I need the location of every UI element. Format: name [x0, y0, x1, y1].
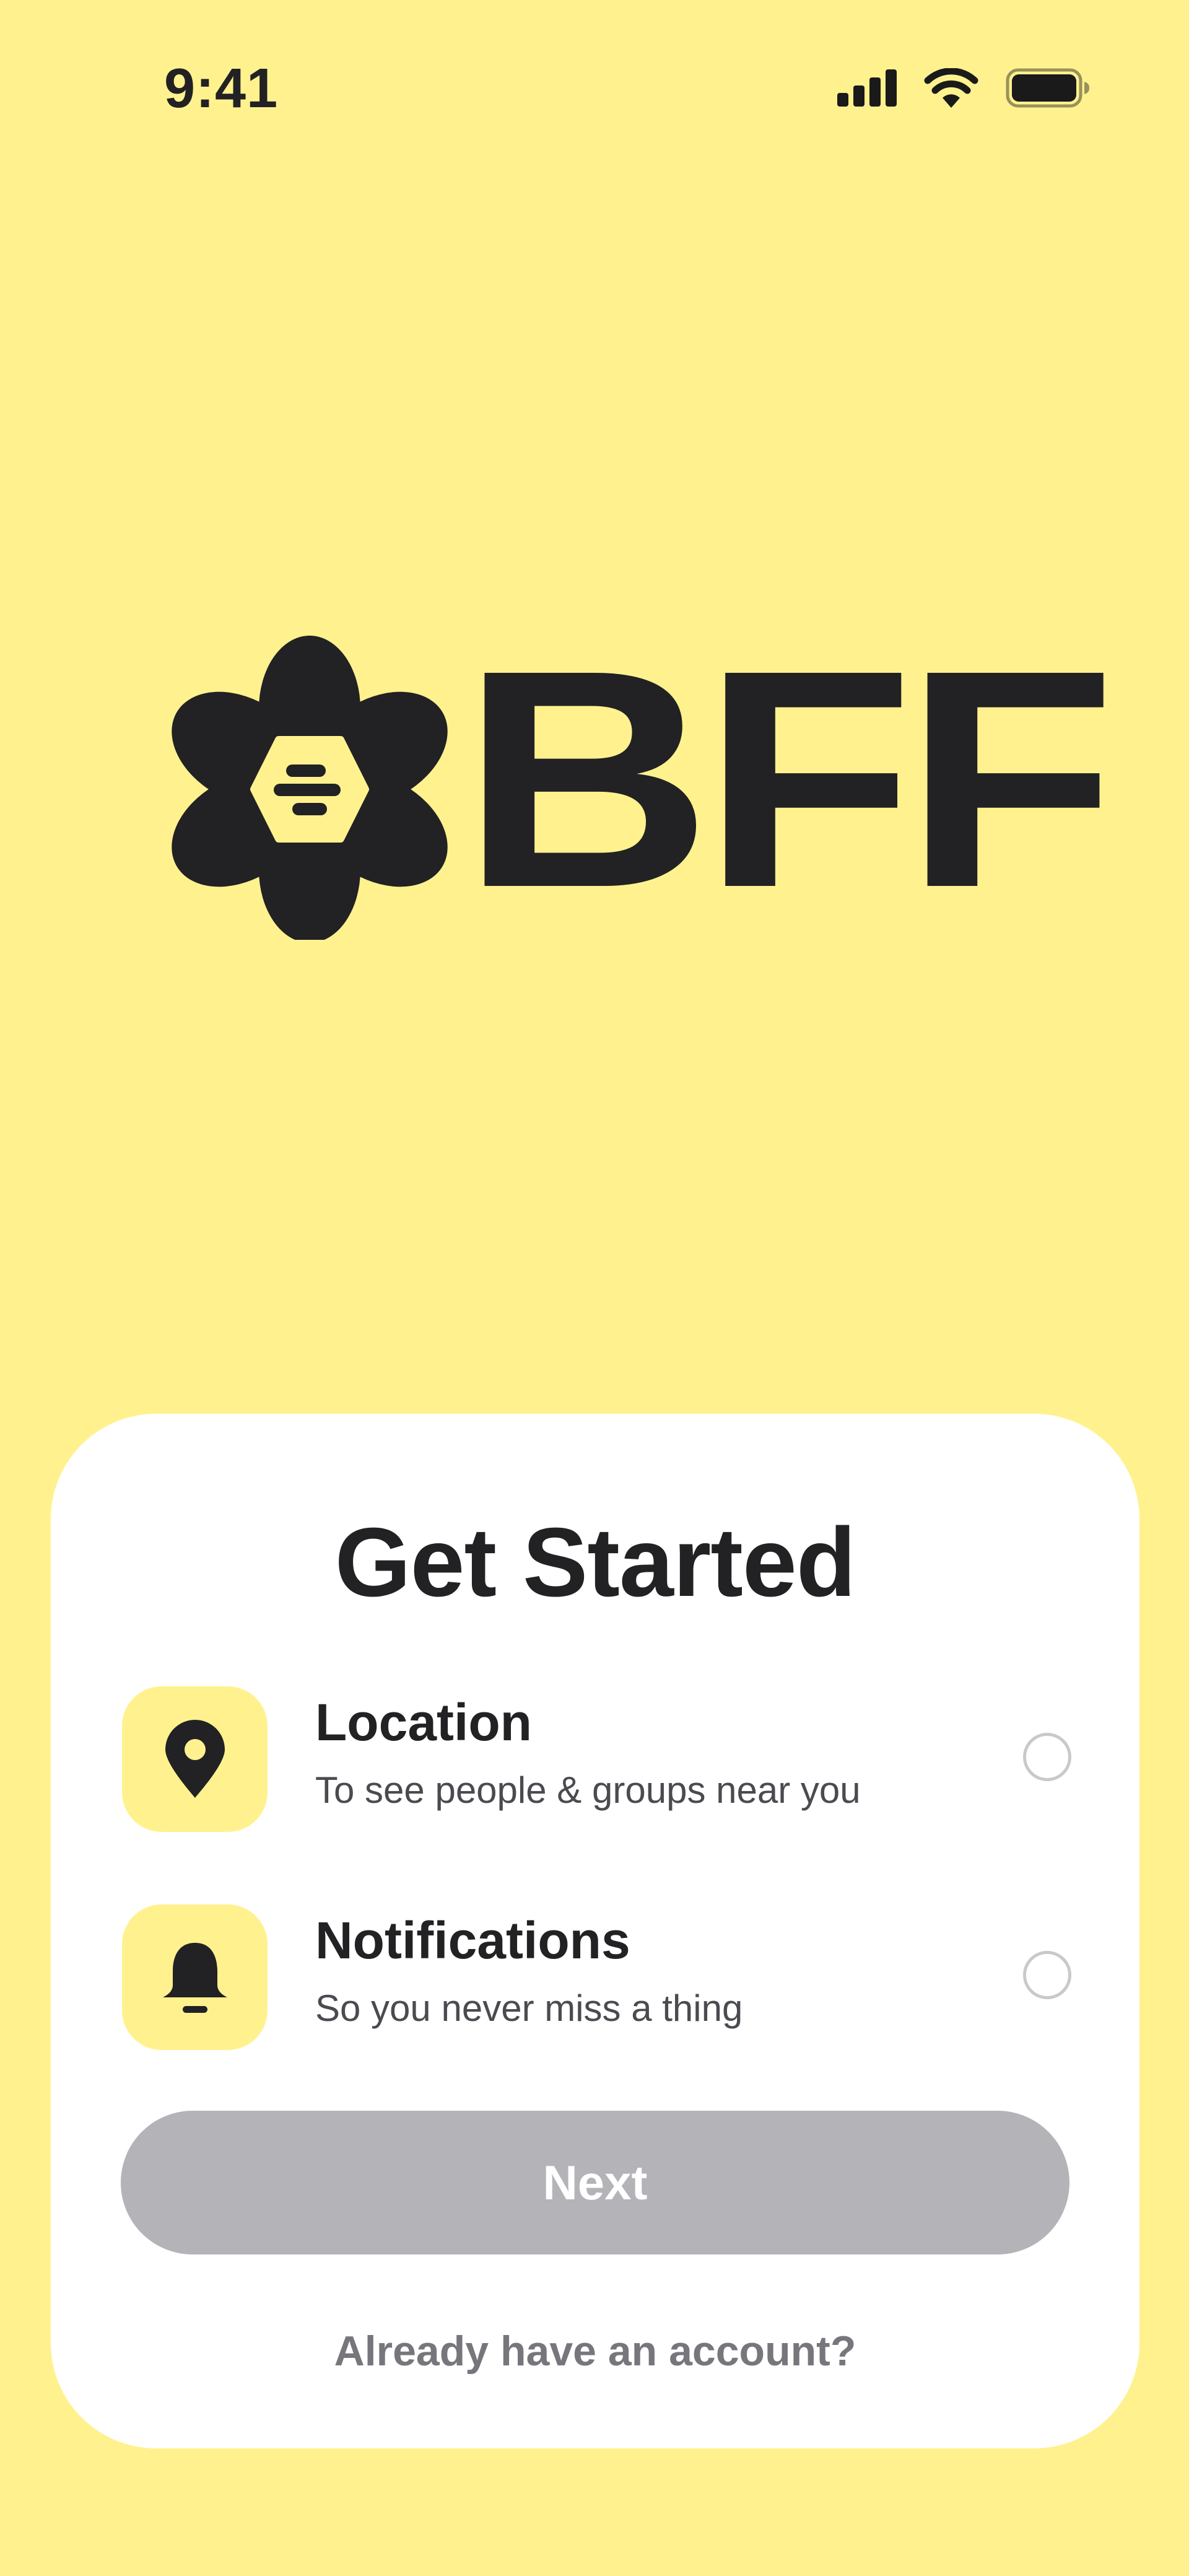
- already-have-account-link[interactable]: Already have an account?: [51, 2323, 1139, 2379]
- logo-wordmark: BFF: [461, 605, 1116, 952]
- status-icons: [837, 62, 1090, 114]
- get-started-card: Get Started Location To see people & gro…: [51, 1414, 1139, 2448]
- location-description: To see people & groups near you: [315, 1769, 861, 1811]
- bell-icon: [162, 1942, 227, 2013]
- location-title: Location: [315, 1693, 532, 1751]
- notifications-permission-row[interactable]: Notifications So you never miss a thing: [122, 1904, 1071, 2050]
- location-pin-icon: [165, 1719, 225, 1798]
- notifications-title: Notifications: [315, 1911, 630, 1969]
- battery-icon: [1006, 68, 1089, 108]
- location-permission-row[interactable]: Location To see people & groups near you: [122, 1686, 1071, 1832]
- notifications-description: So you never miss a thing: [315, 1987, 743, 2029]
- status-time: 9:41: [164, 58, 279, 120]
- next-button[interactable]: Next: [121, 2111, 1069, 2254]
- app-logo: BFF: [167, 624, 1116, 940]
- location-radio[interactable]: [1023, 1733, 1071, 1781]
- card-title: Get Started: [334, 1508, 856, 1617]
- wifi-icon: [924, 68, 978, 108]
- notifications-radio[interactable]: [1023, 1951, 1071, 1999]
- cellular-signal-icon: [837, 69, 897, 107]
- notifications-icon-box: [122, 1904, 268, 2050]
- location-icon-box: [122, 1686, 268, 1832]
- bee-flower-logo-icon: [172, 636, 448, 940]
